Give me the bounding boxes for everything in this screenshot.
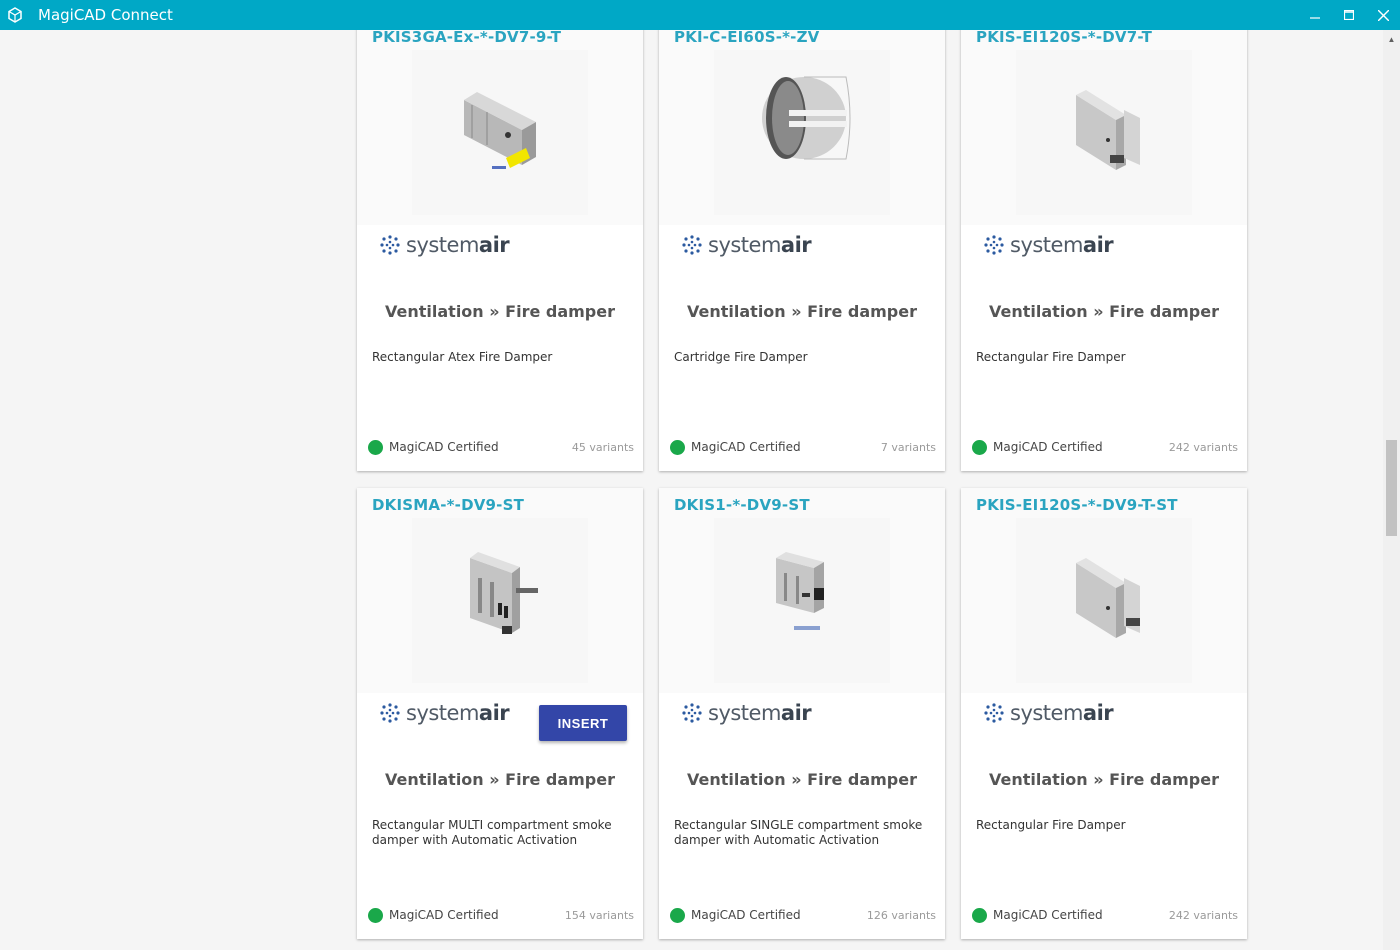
card-footer: MagiCAD Certified 242 variants [972, 438, 1238, 456]
systemair-logo: systemair [983, 700, 1114, 726]
window-title: MagiCAD Connect [38, 6, 173, 24]
product-category: Ventilation » Fire damper [989, 302, 1219, 321]
product-thumbnail [412, 518, 588, 683]
product-title-link[interactable]: PKIS3GA-Ex-*-DV7-9-T [372, 30, 561, 46]
product-title-link[interactable]: DKISMA-*-DV9-ST [372, 496, 524, 514]
variants-count: 45 variants [571, 440, 634, 454]
product-title-link[interactable]: PKIS-EI120S-*-DV9-T-ST [976, 496, 1178, 514]
product-category: Ventilation » Fire damper [385, 770, 615, 789]
maximize-button[interactable] [1332, 0, 1366, 30]
certified-label: MagiCAD Certified [389, 440, 499, 454]
variants-count: 154 variants [564, 908, 634, 922]
close-button[interactable] [1366, 0, 1400, 30]
systemair-logo: systemair [681, 700, 812, 726]
product-description: Rectangular Atex Fire Damper [372, 350, 553, 364]
scroll-up-arrow-icon[interactable]: ▲ [1383, 32, 1400, 46]
variants-count: 242 variants [1168, 908, 1238, 922]
systemair-logo: systemair [681, 232, 812, 258]
magicad-cube-icon [0, 0, 30, 30]
certified-label: MagiCAD Certified [389, 908, 499, 922]
certified-status-icon [972, 439, 987, 455]
certified-label: MagiCAD Certified [691, 908, 801, 922]
systemair-logo-icon [380, 235, 400, 255]
certified-status-icon [670, 439, 685, 455]
product-thumbnail [412, 50, 588, 215]
card-footer: MagiCAD Certified 154 variants [368, 906, 634, 924]
card-footer: MagiCAD Certified 242 variants [972, 906, 1238, 924]
certified-label: MagiCAD Certified [691, 440, 801, 454]
card-image-area: PKIS-EI120S-*-DV9-T-ST [961, 488, 1247, 693]
systemair-logo-icon [984, 703, 1004, 723]
product-title-link[interactable]: PKI-C-EI60S-*-ZV [674, 30, 820, 46]
product-thumbnail [714, 50, 890, 215]
vertical-scrollbar[interactable]: ▲ [1383, 30, 1400, 950]
product-card[interactable]: PKIS3GA-Ex-*-DV7-9-T systemair Ventilati… [357, 30, 643, 471]
product-card[interactable]: DKISMA-*-DV9-ST systemair INSERT Ventila… [357, 488, 643, 939]
product-thumbnail [714, 518, 890, 683]
product-description: Cartridge Fire Damper [674, 350, 808, 364]
insert-button[interactable]: INSERT [539, 705, 627, 741]
product-description: Rectangular SINGLE compartment smoke dam… [674, 818, 923, 847]
card-footer: MagiCAD Certified 7 variants [670, 438, 936, 456]
certified-label: MagiCAD Certified [993, 908, 1103, 922]
title-bar: MagiCAD Connect [0, 0, 1400, 30]
product-thumbnail [1016, 518, 1192, 683]
card-image-area: DKISMA-*-DV9-ST [357, 488, 643, 693]
certified-status-icon [368, 907, 383, 923]
certified-status-icon [670, 907, 685, 923]
systemair-logo: systemair [379, 232, 510, 258]
product-description: Rectangular Fire Damper [976, 350, 1126, 364]
product-title-link[interactable]: DKIS1-*-DV9-ST [674, 496, 810, 514]
product-description: Rectangular Fire Damper [976, 818, 1126, 832]
card-footer: MagiCAD Certified 45 variants [368, 438, 634, 456]
card-image-area: DKIS1-*-DV9-ST [659, 488, 945, 693]
card-image-area: PKIS-EI120S-*-DV7-T [961, 30, 1247, 225]
variants-count: 7 variants [880, 440, 936, 454]
systemair-logo-icon [682, 235, 702, 255]
systemair-logo: systemair [983, 232, 1114, 258]
product-card[interactable]: DKIS1-*-DV9-ST systemair Ventilation » F… [659, 488, 945, 939]
scrollbar-thumb[interactable] [1386, 440, 1397, 536]
variants-count: 242 variants [1168, 440, 1238, 454]
product-category: Ventilation » Fire damper [687, 302, 917, 321]
systemair-logo-icon [984, 235, 1004, 255]
card-footer: MagiCAD Certified 126 variants [670, 906, 936, 924]
systemair-logo-icon [380, 703, 400, 723]
card-image-area: PKIS3GA-Ex-*-DV7-9-T [357, 30, 643, 225]
product-category: Ventilation » Fire damper [687, 770, 917, 789]
product-grid: PKIS3GA-Ex-*-DV7-9-T systemair Ventilati… [0, 30, 1383, 950]
systemair-logo: systemair [379, 700, 510, 726]
product-title-link[interactable]: PKIS-EI120S-*-DV7-T [976, 30, 1152, 46]
product-card[interactable]: PKIS-EI120S-*-DV7-T systemair Ventilatio… [961, 30, 1247, 471]
product-card[interactable]: PKIS-EI120S-*-DV9-T-ST systemair Ventila… [961, 488, 1247, 939]
systemair-logo-icon [682, 703, 702, 723]
maximize-icon [1344, 10, 1354, 20]
product-description: Rectangular MULTI compartment smoke damp… [372, 818, 612, 847]
certified-label: MagiCAD Certified [993, 440, 1103, 454]
product-category: Ventilation » Fire damper [989, 770, 1219, 789]
close-icon [1377, 9, 1389, 21]
product-category: Ventilation » Fire damper [385, 302, 615, 321]
product-thumbnail [1016, 50, 1192, 215]
certified-status-icon [972, 907, 987, 923]
minimize-button[interactable] [1298, 0, 1332, 30]
certified-status-icon [368, 439, 383, 455]
card-image-area: PKI-C-EI60S-*-ZV [659, 30, 945, 225]
minimize-icon [1310, 17, 1320, 19]
variants-count: 126 variants [866, 908, 936, 922]
product-card[interactable]: PKI-C-EI60S-*-ZV systemair Ventilation »… [659, 30, 945, 471]
